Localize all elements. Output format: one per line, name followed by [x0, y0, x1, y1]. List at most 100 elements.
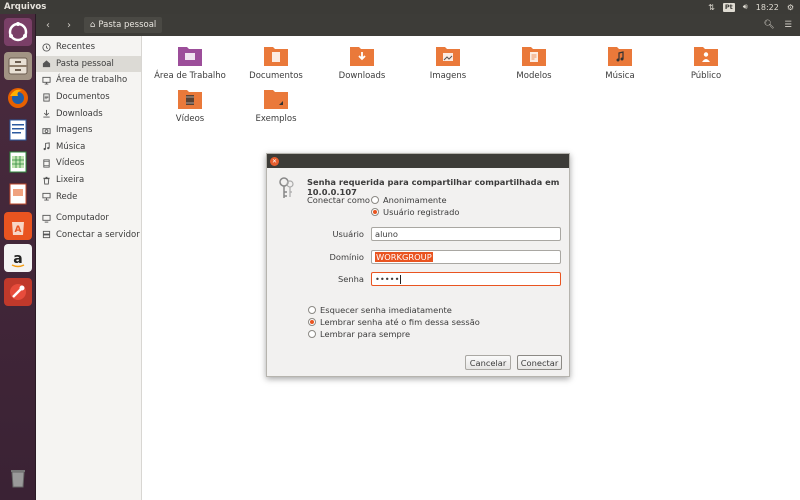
impress-launcher[interactable] [4, 180, 32, 208]
folder-item[interactable]: Documentos [233, 44, 319, 81]
film-icon [42, 159, 51, 168]
sidebar-item[interactable]: Lixeira [36, 172, 141, 189]
radio-dot[interactable] [308, 330, 316, 338]
radio-remember-forever[interactable]: Lembrar para sempre [308, 329, 410, 339]
sidebar-item-label: Imagens [56, 125, 93, 136]
breadcrumb[interactable]: ⌂ Pasta pessoal [84, 17, 163, 33]
header-bar: ‹ › ⌂ Pasta pessoal 🔍︎ ☰ [36, 14, 800, 36]
sidebar-item[interactable]: Documentos [36, 89, 141, 106]
file-cabinet-icon [8, 57, 28, 75]
keys-icon [279, 177, 294, 198]
folder-item[interactable]: Downloads [319, 44, 405, 81]
dialog-titlebar: ✕ [267, 154, 569, 168]
sidebar-item[interactable]: Conectar a servidor [36, 227, 141, 244]
folder-label: Imagens [429, 71, 467, 81]
videos-folder-icon [178, 90, 202, 109]
back-button[interactable]: ‹ [39, 17, 57, 33]
text-caret [400, 274, 402, 284]
folder-item[interactable]: Área de Trabalho [147, 44, 233, 81]
radio-label: Lembrar para sempre [320, 329, 411, 339]
folder-item[interactable]: Vídeos [147, 87, 233, 124]
folder-item[interactable]: Imagens [405, 44, 491, 81]
sidebar-item-label: Computador [56, 213, 109, 224]
radio-dot[interactable] [308, 318, 316, 326]
folder-item[interactable]: Música [577, 44, 663, 81]
search-icon[interactable]: 🔍︎ [764, 20, 775, 30]
templates-folder-icon [522, 47, 546, 66]
writer-launcher[interactable] [4, 116, 32, 144]
volume-icon[interactable]: 🔊︎ [743, 2, 748, 12]
calc-launcher[interactable] [4, 148, 32, 176]
close-icon: ✕ [271, 157, 278, 165]
music-folder-icon [608, 47, 632, 66]
sidebar-item[interactable]: Computador [36, 210, 141, 227]
connect-button[interactable]: Conectar [517, 355, 562, 370]
username-label: Usuário [332, 229, 364, 239]
gear-icon[interactable]: ⚙ [787, 3, 794, 12]
folder-label: Modelos [516, 71, 552, 81]
sidebar-item[interactable]: Rede [36, 188, 141, 205]
radio-label: Usuário registrado [383, 207, 460, 217]
username-field[interactable]: aluno [371, 227, 561, 241]
launcher: A a [0, 14, 36, 500]
svg-text:A: A [15, 225, 22, 235]
radio-registered-user[interactable]: Usuário registrado [371, 207, 460, 217]
trash-icon [11, 470, 25, 488]
settings-launcher[interactable] [4, 278, 32, 306]
folder-label: Música [605, 71, 635, 81]
software-center-launcher[interactable]: A [4, 212, 32, 240]
system-tray: ⇅ Pt 🔊︎ 18:22 ⚙ [708, 2, 800, 12]
trash-launcher[interactable] [4, 464, 32, 492]
domain-field[interactable]: WORKGROUP [371, 250, 561, 264]
trash-icon [42, 176, 51, 185]
sidebar-item[interactable]: Downloads [36, 105, 141, 122]
wrench-icon [10, 284, 26, 300]
folder-item[interactable]: Público [663, 44, 749, 81]
sidebar-item[interactable]: Recentes [36, 39, 141, 56]
sidebar-places: Recentes Pasta pessoal Área de trabalho Doc… [36, 39, 141, 205]
network-arrows-icon[interactable]: ⇅ [708, 3, 715, 12]
breadcrumb-label: Pasta pessoal [98, 20, 157, 30]
chevron-right-icon: › [67, 19, 71, 31]
amazon-icon: a [11, 251, 25, 268]
clock[interactable]: 18:22 [756, 3, 779, 12]
home-icon [42, 59, 51, 68]
sidebar-item[interactable]: Pasta pessoal [36, 55, 141, 73]
folder-item[interactable]: Exemplos [233, 87, 319, 124]
software-bag-icon: A [12, 222, 24, 235]
chevron-left-icon: ‹ [46, 19, 50, 31]
radio-dot[interactable] [308, 306, 316, 314]
radio-remember-session[interactable]: Lembrar senha até o fim dessa sessão [308, 317, 480, 327]
sidebar-item[interactable]: Imagens [36, 122, 141, 139]
files-launcher[interactable] [4, 52, 32, 80]
radio-dot[interactable] [371, 208, 379, 216]
folder-item[interactable]: Modelos [491, 44, 577, 81]
cancel-button[interactable]: Cancelar [465, 355, 511, 370]
sidebar-item[interactable]: Área de trabalho [36, 72, 141, 89]
sidebar-item-label: Rede [56, 191, 78, 202]
forward-button[interactable]: › [60, 17, 78, 33]
close-button[interactable]: ✕ [270, 156, 279, 166]
password-field[interactable]: ••••• [371, 272, 561, 286]
folder-label: Exemplos [255, 114, 297, 124]
sidebar-item[interactable]: Música [36, 139, 141, 156]
radio-label: Esquecer senha imediatamente [320, 305, 452, 315]
domain-label: Domínio [329, 252, 365, 262]
sidebar-item[interactable]: Vídeos [36, 155, 141, 172]
camera-icon [42, 126, 51, 135]
document-icon [42, 93, 51, 102]
dash-button[interactable] [4, 18, 32, 46]
sidebar-item-label: Recentes [56, 42, 96, 53]
radio-forget-immediately[interactable]: Esquecer senha imediatamente [308, 305, 452, 315]
firefox-launcher[interactable] [4, 84, 32, 112]
menu-icon[interactable]: ☰ [784, 20, 792, 30]
home-icon: ⌂ [90, 20, 96, 30]
amazon-launcher[interactable]: a [4, 244, 32, 272]
folder-label: Público [690, 71, 722, 81]
pictures-folder-icon [436, 47, 460, 66]
keyboard-layout-indicator[interactable]: Pt [722, 2, 735, 12]
app-title: Arquivos [4, 2, 47, 12]
radio-anonymous[interactable]: Anonimamente [371, 195, 447, 205]
radio-dot[interactable] [371, 196, 379, 204]
downloads-folder-icon [350, 47, 374, 66]
